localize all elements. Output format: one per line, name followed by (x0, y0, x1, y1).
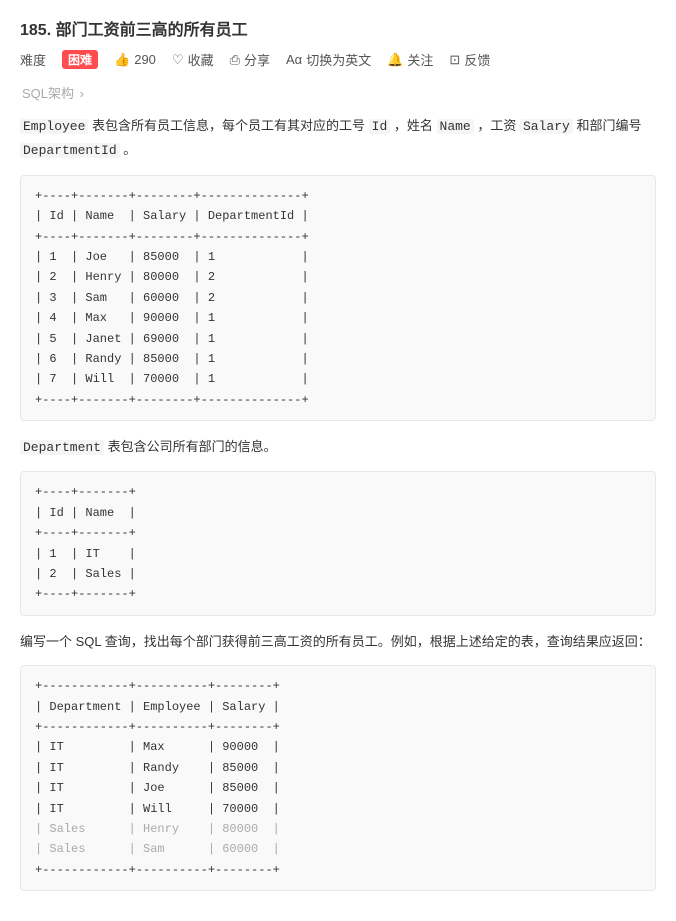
feedback-button[interactable]: ⊡ 反馈 (449, 50, 490, 69)
department-table-block: +----+-------+ | Id | Name | +----+-----… (20, 471, 656, 615)
page-title: 185. 部门工资前三高的所有员工 (20, 16, 656, 40)
collect-button[interactable]: ♡ 收藏 (172, 50, 214, 69)
code-salary: Salary (520, 119, 573, 134)
code-name: Name (437, 119, 474, 134)
code-department: Department (20, 440, 104, 455)
difficulty-label: 难度 (20, 50, 46, 69)
thumb-icon: 👍 (114, 52, 130, 68)
translate-label: 切换为英文 (306, 50, 371, 69)
dept-description: Department 表包含公司所有部门的信息。 (20, 435, 656, 459)
employee-table-block: +----+-------+--------+--------------+ |… (20, 175, 656, 421)
follow-button[interactable]: 🔔 关注 (387, 50, 433, 69)
like-button[interactable]: 👍 290 (114, 52, 156, 68)
desc-text-3: ，工资 (477, 118, 520, 133)
heart-icon: ♡ (172, 52, 184, 68)
like-count: 290 (134, 52, 156, 67)
translate-icon: Aα (286, 52, 302, 67)
feedback-icon: ⊡ (449, 52, 460, 68)
breadcrumb-text: SQL架构 (22, 86, 74, 101)
query-description: 编写一个 SQL 查询，找出每个部门获得前三高工资的所有员工。例如，根据上述给定… (20, 630, 656, 653)
breadcrumb-arrow: › (80, 86, 84, 101)
toolbar: 难度 困难 👍 290 ♡ 收藏 ⎙ 分享 Aα 切换为英文 🔔 关注 ⊡ 反馈 (20, 50, 656, 69)
translate-button[interactable]: Aα 切换为英文 (286, 50, 371, 69)
code-employee: Employee (20, 119, 88, 134)
code-id: Id (369, 119, 391, 134)
bell-icon: 🔔 (387, 52, 403, 68)
desc-text-4: 和部门编号 (576, 118, 641, 133)
desc-text-1: 表包含所有员工信息，每个员工有其对应的工号 (92, 118, 369, 133)
share-button[interactable]: ⎙ 分享 (230, 50, 270, 69)
follow-label: 关注 (407, 50, 433, 69)
share-label: 分享 (244, 50, 270, 69)
feedback-label: 反馈 (464, 50, 490, 69)
dept-desc-text: 表包含公司所有部门的信息。 (108, 439, 277, 454)
desc-text-5: 。 (123, 142, 136, 157)
difficulty-badge: 困难 (62, 50, 98, 69)
description: Employee 表包含所有员工信息，每个员工有其对应的工号 Id ，姓名 Na… (20, 114, 656, 163)
desc-text-2: ，姓名 (394, 118, 437, 133)
result-table-block: +------------+----------+--------+ | Dep… (20, 665, 656, 891)
code-deptid: DepartmentId (20, 143, 120, 158)
share-icon: ⎙ (230, 52, 240, 68)
collect-label: 收藏 (188, 50, 214, 69)
breadcrumb[interactable]: SQL架构 › (20, 83, 656, 102)
